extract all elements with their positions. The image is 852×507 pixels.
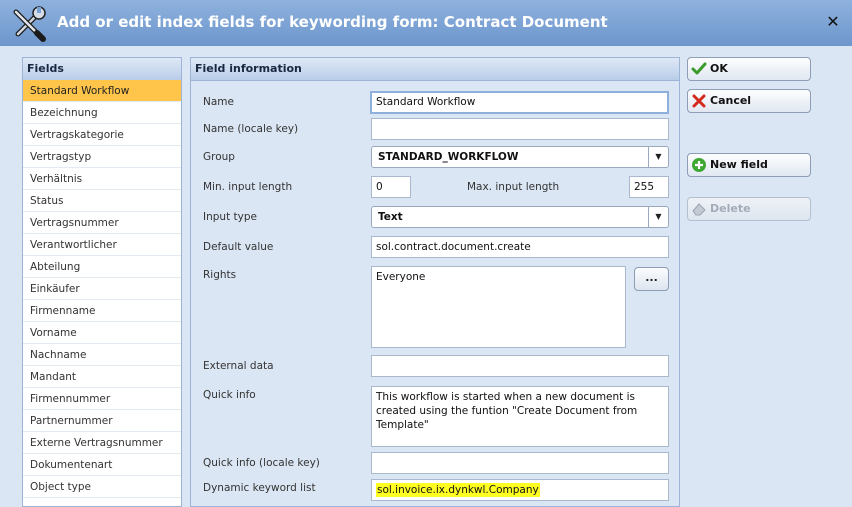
rights-edit-button[interactable]: ... <box>634 267 669 291</box>
ok-button-label: OK <box>710 62 728 75</box>
checkmark-icon <box>691 61 707 77</box>
cancel-button-label: Cancel <box>710 94 752 107</box>
quick-info-textarea[interactable]: This workflow is started when a new docu… <box>371 386 669 447</box>
list-item[interactable]: Dokumentenart <box>23 454 181 476</box>
name-input[interactable]: Standard Workflow <box>370 91 669 114</box>
dynamic-keyword-input[interactable]: sol.invoice.ix.dynkwl.Company <box>371 479 669 501</box>
cancel-button[interactable]: Cancel <box>687 89 811 113</box>
list-item[interactable]: Standard Workflow <box>23 80 181 102</box>
quick-info-locale-input[interactable] <box>371 452 669 474</box>
plus-circle-icon <box>691 157 707 173</box>
list-item[interactable]: Bezeichnung <box>23 102 181 124</box>
title-bar: Add or edit index fields for keywording … <box>0 0 852 46</box>
list-item[interactable]: Partnernummer <box>23 410 181 432</box>
list-item[interactable]: Nachname <box>23 344 181 366</box>
list-item[interactable]: Verantwortlicher <box>23 234 181 256</box>
external-data-input[interactable] <box>371 355 669 377</box>
list-item[interactable]: Verhältnis <box>23 168 181 190</box>
dynamic-keyword-label: Dynamic keyword list <box>203 482 316 494</box>
delete-button[interactable]: Delete <box>687 197 811 221</box>
input-type-select[interactable]: Text ▼ <box>371 206 669 228</box>
min-length-input[interactable]: 0 <box>371 176 411 198</box>
list-item[interactable]: Vertragstyp <box>23 146 181 168</box>
name-label: Name <box>203 96 234 108</box>
list-item[interactable]: Firmenname <box>23 300 181 322</box>
dialog-title: Add or edit index fields for keywording … <box>57 13 608 31</box>
close-icon[interactable]: ✕ <box>822 11 844 33</box>
group-select-value: STANDARD_WORKFLOW <box>378 151 519 163</box>
tools-icon <box>10 4 48 42</box>
list-item[interactable]: Firmennummer <box>23 388 181 410</box>
max-length-label: Max. input length <box>467 181 560 193</box>
ok-button[interactable]: OK <box>687 57 811 81</box>
new-field-button[interactable]: New field <box>687 153 811 177</box>
list-item[interactable]: Vertragsnummer <box>23 212 181 234</box>
list-item[interactable]: Status <box>23 190 181 212</box>
rights-box[interactable]: Everyone <box>371 266 626 348</box>
fields-header: Fields <box>22 57 182 81</box>
new-field-button-label: New field <box>710 158 768 171</box>
eraser-icon <box>691 201 707 217</box>
list-item[interactable]: Vertragskategorie <box>23 124 181 146</box>
quick-info-locale-label: Quick info (locale key) <box>203 457 320 469</box>
rights-label: Rights <box>203 269 237 281</box>
default-value-input[interactable]: sol.contract.document.create <box>371 236 669 258</box>
fields-list: Standard Workflow Bezeichnung Vertragskate… <box>23 80 181 498</box>
list-item[interactable]: Einkäufer <box>23 278 181 300</box>
list-item[interactable]: Mandant <box>23 366 181 388</box>
dialog-window: Add or edit index fields for keywording … <box>0 0 852 507</box>
external-data-label: External data <box>203 360 274 372</box>
input-type-label: Input type <box>203 211 257 223</box>
cross-icon <box>691 93 707 109</box>
default-value-label: Default value <box>203 241 274 253</box>
chevron-down-icon[interactable]: ▼ <box>648 147 668 167</box>
group-label: Group <box>203 151 235 163</box>
list-item[interactable]: Externe Vertragsnummer <box>23 432 181 454</box>
name-locale-input[interactable] <box>371 118 669 140</box>
dynamic-keyword-value: sol.invoice.ix.dynkwl.Company <box>376 483 540 497</box>
list-item[interactable]: Object type <box>23 476 181 498</box>
group-select[interactable]: STANDARD_WORKFLOW ▼ <box>371 146 669 168</box>
max-length-input[interactable]: 255 <box>629 176 669 198</box>
min-length-label: Min. input length <box>203 181 293 193</box>
field-info-header: Field information <box>190 57 680 81</box>
input-type-select-value: Text <box>378 211 403 223</box>
list-item[interactable]: Abteilung <box>23 256 181 278</box>
chevron-down-icon[interactable]: ▼ <box>648 207 668 227</box>
quick-info-label: Quick info <box>203 389 256 401</box>
list-item[interactable]: Vorname <box>23 322 181 344</box>
name-locale-label: Name (locale key) <box>203 123 299 135</box>
delete-button-label: Delete <box>710 202 751 215</box>
